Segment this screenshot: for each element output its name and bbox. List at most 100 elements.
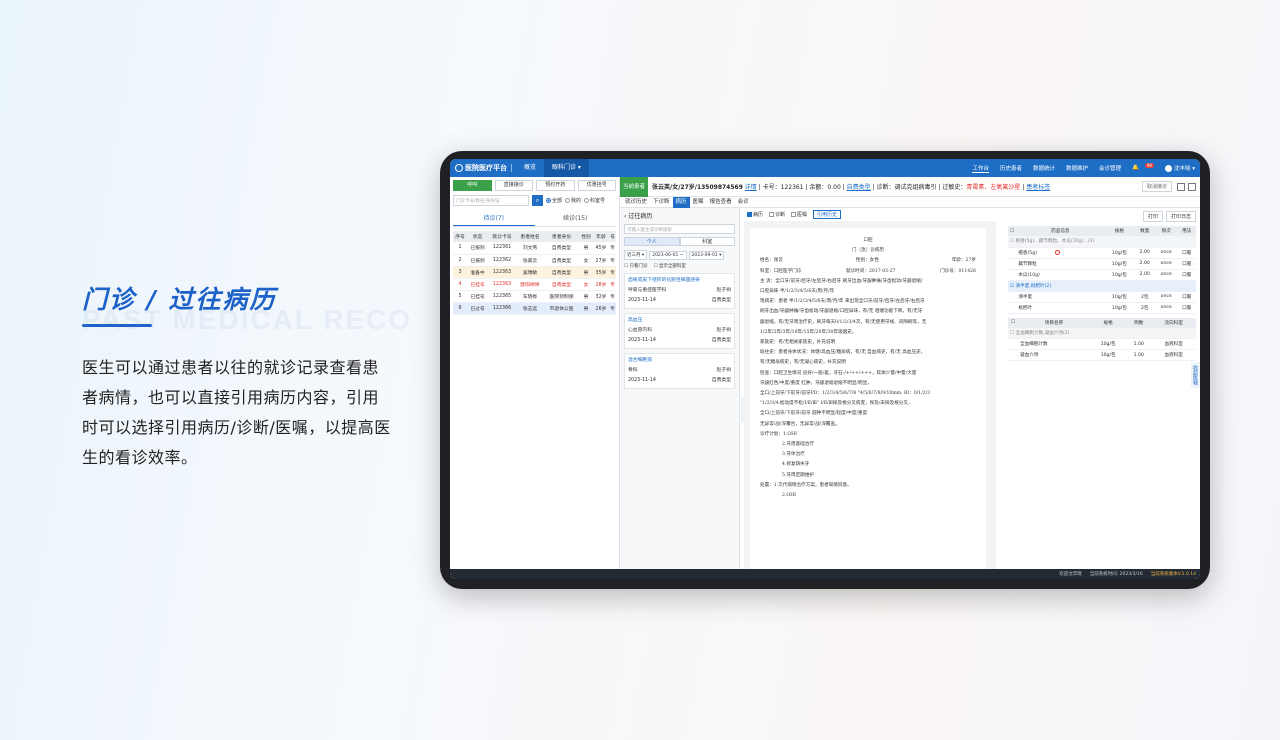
select-all-checkbox[interactable]: ☐ bbox=[1008, 317, 1019, 328]
nav-consultation[interactable]: 会诊管理 bbox=[1099, 164, 1121, 172]
tab-continuing[interactable]: 续诊(15) bbox=[535, 212, 617, 226]
tab-personal[interactable]: 个人 bbox=[624, 237, 680, 246]
tab-ophthalmology[interactable]: 眼科门诊 ▾ bbox=[544, 159, 589, 177]
tab-waiting[interactable]: 待诊(7) bbox=[453, 212, 535, 226]
order-row[interactable]: 清半夏 10g/包 2包 once 口服 bbox=[1008, 291, 1196, 303]
order-cell: 2包 bbox=[1134, 291, 1156, 303]
discount-register-button[interactable]: 优惠挂号 bbox=[577, 180, 616, 191]
row-spacer bbox=[1008, 269, 1017, 281]
quote-record-checkbox[interactable]: 病历 bbox=[747, 211, 763, 218]
columns-icon[interactable] bbox=[1177, 182, 1185, 191]
record-dept: 心血管内科 bbox=[628, 328, 652, 333]
record-row: 2023-11-14 自费类型 bbox=[628, 376, 731, 386]
order-group[interactable]: ☑ 清半夏,枇杷叶(2) bbox=[1008, 280, 1196, 292]
table-cell: 122365 bbox=[488, 290, 517, 303]
radio-mine[interactable]: 我的 bbox=[565, 197, 581, 204]
record-line: 既往史：患者身体状况：体健/高血压/糖尿病，有/无 自血病史，有/无 高血压史， bbox=[760, 350, 926, 356]
record-preview: 病历 诊断 医嘱 引用历史 口腔 门（急）诊病历 姓名：张云 性别：女性 年龄：27… bbox=[744, 208, 996, 569]
order-row[interactable]: 檀香(5g) 10g/包 2.00 once 口服 bbox=[1008, 247, 1196, 259]
collapse-orders-tab[interactable]: 收起医嘱 bbox=[1191, 362, 1200, 388]
tab-department[interactable]: 科室 bbox=[679, 237, 735, 246]
table-row[interactable]: 3 准备中 122363 吴瑞敏 自费类型男 35岁专 bbox=[453, 266, 616, 279]
table-cell: 自费类型 bbox=[544, 254, 580, 267]
tab-orders[interactable]: 医嘱 bbox=[690, 197, 707, 208]
nav-statistics[interactable]: 数据统计 bbox=[1033, 164, 1055, 172]
table-row[interactable]: 5 已挂号 122365 车晓桦 医院领制保男 32岁专 bbox=[453, 290, 616, 303]
nav-history-patients[interactable]: 历史患者 bbox=[1000, 164, 1022, 172]
tab-overview[interactable]: 概览 bbox=[516, 159, 544, 177]
table-cell: 122361 bbox=[488, 242, 517, 255]
welcome-text: 欢迎沈丰晓 bbox=[1059, 572, 1082, 577]
table-row[interactable]: 4 已挂号 122363 欧阳婷婷 自费类型女 28岁专 bbox=[453, 278, 616, 291]
call-button[interactable]: 呼叫 bbox=[453, 180, 492, 191]
patient-tags-link[interactable]: 患者标签 bbox=[1026, 184, 1050, 191]
range-select[interactable]: 近三月 ▾ bbox=[624, 250, 648, 260]
radio-all[interactable]: 全部 bbox=[546, 197, 562, 204]
quote-history-button[interactable]: 引用历史 bbox=[813, 210, 842, 219]
record-line: 主 诉：全口牙/前牙/后牙/左后牙/右后牙 刷牙出血/牙龈肿痛/牙齿松动/牙龈退… bbox=[760, 278, 923, 284]
table-row[interactable]: 1 已报到 122361 刘文燕 自费类型男 45岁专 bbox=[453, 242, 616, 255]
order-cell: once bbox=[1155, 291, 1178, 303]
order-row[interactable]: 木瓜(10g) 10g/包 2.00 once 口服 bbox=[1008, 269, 1196, 281]
order-row[interactable]: 凝血六项 10g/包 1.00 血液科室 bbox=[1008, 349, 1196, 361]
card-number: 卡号：122361 bbox=[762, 184, 804, 191]
search-icon[interactable]: ⌕ bbox=[532, 195, 543, 206]
direct-visit-button[interactable]: 直接接诊 bbox=[494, 180, 533, 191]
table-cell: 男 bbox=[579, 266, 594, 279]
table-cell: 122363 bbox=[488, 266, 517, 279]
tab-visit-history[interactable]: 就诊历史 bbox=[622, 197, 650, 208]
column-header: 药品信息 bbox=[1016, 226, 1105, 236]
user-menu[interactable]: 沈丰晓 ▾ bbox=[1164, 164, 1195, 172]
quote-orders-checkbox[interactable]: 医嘱 bbox=[791, 211, 807, 218]
radio-dept[interactable]: 科室号 bbox=[584, 197, 605, 204]
column-header: 用法 bbox=[1177, 226, 1196, 236]
record-type: 自费类型 bbox=[711, 338, 731, 343]
app-logo[interactable]: 医院医疗平台 bbox=[455, 163, 507, 173]
end-date[interactable]: 2023-09-01 ▾ bbox=[688, 250, 725, 260]
table-cell: 26岁 bbox=[593, 302, 609, 315]
record-card[interactable]: 高血压 心血管内科 赵子树 2023-11-14 自费类型 bbox=[624, 313, 735, 349]
table-row[interactable]: 2 已报到 122362 张美云 自费类型女 27岁专 bbox=[453, 254, 616, 267]
prescription-button[interactable]: 预约开药 bbox=[536, 180, 575, 191]
print-button[interactable]: 打印 bbox=[1142, 211, 1163, 222]
order-row[interactable]: 全血细胞计数 10g/包 1.00 血液科室 bbox=[1008, 338, 1196, 350]
past-records-panel: ‹ 过往病历 可输入医生或诊断搜索 个人 科室 近三月 ▾ 2023-06-01… bbox=[620, 208, 740, 569]
nav-workbench[interactable]: 工作台 bbox=[972, 164, 989, 173]
record-dept: 呼吸与重症医学科 bbox=[628, 288, 667, 293]
record-search-input[interactable]: 可输入医生或诊断搜索 bbox=[624, 224, 735, 234]
grid-icon[interactable] bbox=[1188, 182, 1196, 191]
nav-maintenance[interactable]: 数据维护 bbox=[1066, 164, 1088, 172]
tab-diagnosis[interactable]: 下诊断 bbox=[650, 197, 673, 208]
table-cell: 女 bbox=[579, 254, 594, 267]
tab-consult[interactable]: 会诊 bbox=[735, 197, 752, 208]
tab-medical-record[interactable]: 病历 bbox=[672, 196, 690, 208]
table-row[interactable]: 6 已过号 122366 张志远 市退休公医男 26岁专 bbox=[453, 302, 616, 315]
record-card[interactable]: 齿根或皮下组织的化脓性细菌感染 呼吸与重症医学科 赵子树 2023-11-14 自费类型 bbox=[624, 273, 735, 309]
quote-diagnosis-checkbox[interactable]: 诊断 bbox=[769, 211, 785, 218]
show-all-dept-checkbox[interactable]: ☐ 显示全部科室 bbox=[653, 263, 685, 269]
start-date[interactable]: 2023-06-01 ~ bbox=[649, 250, 687, 260]
print-log-button[interactable]: 打印日志 bbox=[1165, 211, 1196, 222]
allergy-value: 青霉素、左氧氟沙星 bbox=[966, 184, 1021, 191]
order-cell: once bbox=[1155, 269, 1178, 281]
only-outpatient-checkbox[interactable]: ☐ 只看门诊 bbox=[624, 263, 647, 269]
bell-icon[interactable]: 🔔 bbox=[1132, 165, 1139, 171]
order-group[interactable]: ☐ 根香(5g)、藕节颗粒、木瓜(10g)...(3) bbox=[1008, 236, 1196, 248]
order-cell: 1.00 bbox=[1126, 338, 1152, 350]
order-group[interactable]: ☐ 全血细胞计数,凝血六项(2) bbox=[1008, 327, 1196, 339]
record-card[interactable]: 混合细胞病 骨科 赵子树 2023-11-14 自费类型 bbox=[624, 353, 735, 389]
app-screen: 医院医疗平台 概览 眼科门诊 ▾ 工作台 历史患者 数据统计 数据维护 会诊管理… bbox=[450, 159, 1200, 579]
tab-reports[interactable]: 报告查看 bbox=[707, 197, 735, 208]
select-all-checkbox[interactable]: ☐ bbox=[1008, 226, 1017, 236]
patient-detail-link[interactable]: 详情 bbox=[745, 184, 757, 191]
column-header: 状态 bbox=[467, 231, 489, 242]
patient-search-input[interactable]: 门诊卡号/姓名/身份证 bbox=[453, 195, 529, 206]
insurance-type[interactable]: 自费类型 bbox=[847, 184, 871, 191]
record-meta-1: 姓名：张云 性别：女性 年龄：27岁 bbox=[760, 258, 976, 264]
order-row[interactable]: 藕节颗粒 10g/包 2.00 once 口服 bbox=[1008, 258, 1196, 270]
record-meta-2: 科室：口腔医学门诊 就诊时间：2017-03-27 门诊号：011426 bbox=[760, 268, 976, 274]
order-row[interactable]: 枇杷叶 10g/包 2包 once 口服 bbox=[1008, 302, 1196, 314]
table-cell: 吴瑞敏 bbox=[516, 266, 545, 279]
cancel-visit-button[interactable]: 取消接诊 bbox=[1141, 181, 1172, 192]
orders-panel: 打印 打印日志 ☐ 药品信息 规格 数量 频次 用法 ☐ 根香(5g)、藕节颗粒、木瓜(1… bbox=[1004, 208, 1200, 569]
